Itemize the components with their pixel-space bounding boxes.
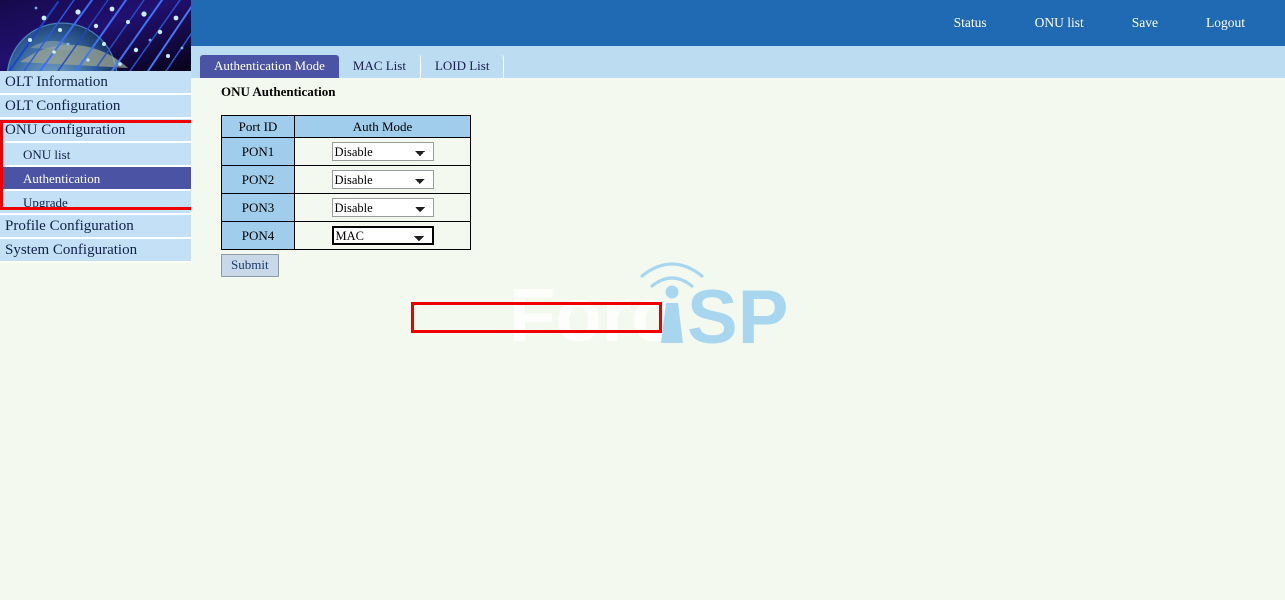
onu-authentication-table: Port ID Auth Mode PON1 Disable PON2: [221, 115, 471, 250]
auth-mode-select-pon2[interactable]: Disable: [332, 170, 434, 189]
column-header-auth-mode: Auth Mode: [295, 116, 471, 138]
brand-banner-image: [0, 0, 191, 71]
page-root: Status ONU list Save Logout Authenticati…: [0, 0, 1285, 600]
table-header-row: Port ID Auth Mode: [222, 116, 471, 138]
cell-auth-mode-pon1: Disable: [295, 138, 471, 166]
foroisp-watermark: Foro SP: [509, 253, 809, 368]
table-row: PON4 MAC: [222, 222, 471, 250]
cell-auth-mode-pon2: Disable: [295, 166, 471, 194]
cell-auth-mode-pon4: MAC: [295, 222, 471, 250]
sidebar-item-olt-information[interactable]: OLT Information: [0, 71, 191, 95]
table-row: PON3 Disable: [222, 194, 471, 222]
cell-port-pon2: PON2: [222, 166, 295, 194]
tab-authentication-mode[interactable]: Authentication Mode: [200, 55, 339, 78]
nav-link-onu-list[interactable]: ONU list: [1025, 15, 1094, 31]
sidebar-item-profile-configuration[interactable]: Profile Configuration: [0, 215, 191, 239]
main-content-area: Foro SP ONU Authentication Port ID Auth …: [191, 78, 1285, 600]
cell-auth-mode-pon3: Disable: [295, 194, 471, 222]
table-row: PON2 Disable: [222, 166, 471, 194]
nav-link-save[interactable]: Save: [1122, 15, 1168, 31]
auth-mode-select-pon1[interactable]: Disable: [332, 142, 434, 161]
page-title: ONU Authentication: [221, 84, 335, 100]
tab-mac-list[interactable]: MAC List: [339, 55, 421, 78]
tab-loid-list[interactable]: LOID List: [421, 55, 505, 78]
submit-button[interactable]: Submit: [221, 254, 279, 277]
nav-link-logout[interactable]: Logout: [1196, 15, 1255, 31]
sidebar-item-onu-list[interactable]: ONU list: [0, 143, 191, 167]
sidebar-menu: OLT Information OLT Configuration ONU Co…: [0, 71, 191, 263]
auth-mode-select-pon4[interactable]: MAC: [332, 226, 434, 245]
sidebar-item-authentication[interactable]: Authentication: [0, 167, 191, 191]
sidebar-item-olt-configuration[interactable]: OLT Configuration: [0, 95, 191, 119]
fiber-globe-graphic: [0, 0, 191, 71]
nav-link-status[interactable]: Status: [944, 15, 997, 31]
top-header-bar: Status ONU list Save Logout: [191, 0, 1285, 46]
sidebar-item-system-configuration[interactable]: System Configuration: [0, 239, 191, 263]
sidebar-item-upgrade[interactable]: Upgrade: [0, 191, 191, 215]
watermark-antenna-icon: [642, 264, 702, 343]
top-navigation: Status ONU list Save Logout: [944, 0, 1255, 46]
cell-port-pon4: PON4: [222, 222, 295, 250]
watermark-text-foro: Foro: [509, 273, 678, 358]
column-header-port-id: Port ID: [222, 116, 295, 138]
cell-port-pon1: PON1: [222, 138, 295, 166]
table-row: PON1 Disable: [222, 138, 471, 166]
auth-mode-select-pon3[interactable]: Disable: [332, 198, 434, 217]
watermark-text-sp: SP: [687, 275, 788, 360]
tab-bar: Authentication Mode MAC List LOID List: [191, 46, 1285, 78]
cell-port-pon3: PON3: [222, 194, 295, 222]
sidebar-item-onu-configuration[interactable]: ONU Configuration: [0, 119, 191, 143]
annotation-box-pon4-row: [411, 302, 662, 333]
watermark-graphic: Foro SP: [509, 253, 809, 368]
